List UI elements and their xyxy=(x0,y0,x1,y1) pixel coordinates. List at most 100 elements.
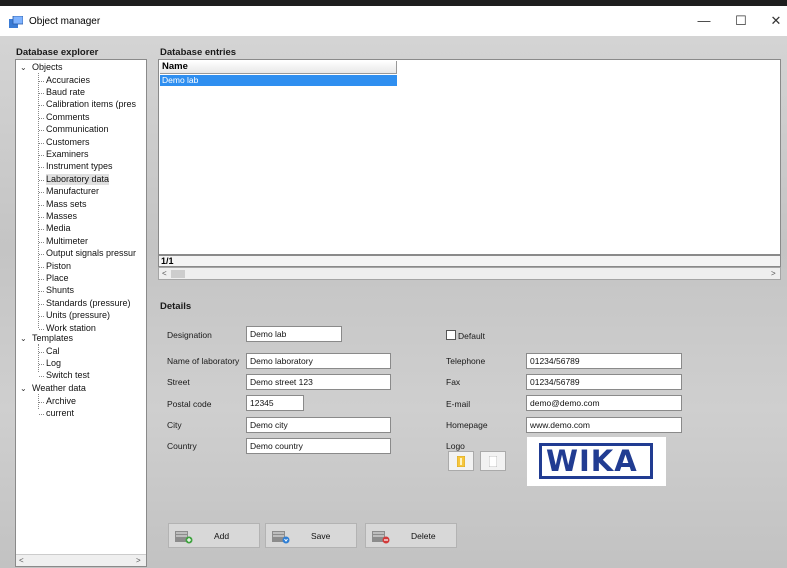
tree-item-object[interactable]: Manufacturer xyxy=(46,186,99,197)
laboratory-name-field[interactable]: Demo laboratory xyxy=(246,353,391,369)
collapse-icon[interactable]: ⌄ xyxy=(20,383,27,394)
delete-icon xyxy=(372,531,390,544)
tree-root-weather-data[interactable]: Weather data xyxy=(32,383,86,394)
default-label: Default xyxy=(458,331,485,341)
load-logo-button[interactable] xyxy=(448,451,474,471)
postal-code-label: Postal code xyxy=(167,399,212,409)
tree-item-object[interactable]: Accuracies xyxy=(46,75,90,86)
scroll-left-icon[interactable]: < xyxy=(162,268,167,280)
tree-item-object[interactable]: Baud rate xyxy=(46,87,85,98)
tree-item-object[interactable]: Work station xyxy=(46,323,96,334)
database-entries-label: Database entries xyxy=(160,47,237,58)
tree-item-object[interactable]: Media xyxy=(46,223,71,234)
tree-item-object[interactable]: Masses xyxy=(46,211,77,222)
city-field[interactable]: Demo city xyxy=(246,417,391,433)
city-label: City xyxy=(167,420,182,430)
tree-item-template[interactable]: Log xyxy=(46,358,61,369)
logo-image: WIKA xyxy=(527,437,666,486)
tree-item-object[interactable]: Output signals pressur xyxy=(46,248,136,259)
column-header-name[interactable]: Name xyxy=(160,61,397,74)
laboratory-name-label: Name of laboratory xyxy=(167,356,240,366)
scroll-right-icon[interactable]: > xyxy=(136,555,141,566)
tree-guide-line xyxy=(39,241,44,243)
tree-guide-line xyxy=(39,130,44,132)
postal-code-field[interactable]: 12345 xyxy=(246,395,304,411)
tree-guide-line xyxy=(39,376,44,378)
tree-item-object[interactable]: Examiners xyxy=(46,149,89,160)
tree-item-object[interactable]: Calibration items (pres xyxy=(46,99,136,110)
tree-guide-line xyxy=(39,266,44,268)
tree-guide-line xyxy=(38,73,39,328)
record-counter: 1/1 xyxy=(158,255,781,267)
tree-guide-line xyxy=(38,344,39,372)
object-manager-window: Object manager — ☐ ✕ Database explorer D… xyxy=(0,6,787,568)
tree-item-object[interactable]: Instrument types xyxy=(46,161,113,172)
telephone-field[interactable]: 01234/56789 xyxy=(526,353,682,369)
tree-guide-line xyxy=(39,204,44,206)
delete-label: Delete xyxy=(411,531,436,541)
tree-root-objects[interactable]: Objects xyxy=(32,62,63,73)
database-explorer-tree[interactable]: ⌄ Objects Accuracies Baud rate Calibration… xyxy=(15,59,147,567)
tree-item-weather[interactable]: Archive xyxy=(46,396,76,407)
tree-root-templates[interactable]: Templates xyxy=(32,333,73,344)
tree-guide-line xyxy=(39,92,44,94)
tree-item-object[interactable]: Piston xyxy=(46,261,71,272)
scrollbar-thumb[interactable] xyxy=(171,270,185,278)
tree-item-object[interactable]: Customers xyxy=(46,137,90,148)
scroll-right-icon[interactable]: > xyxy=(771,268,776,280)
country-field[interactable]: Demo country xyxy=(246,438,391,454)
tree-item-object[interactable]: Units (pressure) xyxy=(46,310,110,321)
email-label: E-mail xyxy=(446,399,471,409)
tree-guide-line xyxy=(39,167,44,169)
tree-guide-line xyxy=(39,229,44,231)
tree-guide-line xyxy=(39,216,44,218)
scroll-left-icon[interactable]: < xyxy=(19,555,24,566)
save-button[interactable]: Save xyxy=(265,523,357,548)
maximize-button[interactable]: ☐ xyxy=(731,12,751,30)
tree-item-object[interactable]: Mass sets xyxy=(46,199,87,210)
fax-label: Fax xyxy=(446,377,461,387)
tree-item-weather[interactable]: current xyxy=(46,408,74,419)
entries-horizontal-scrollbar[interactable]: < > xyxy=(158,267,781,280)
client-area: Database explorer Database entries ⌄ Obj… xyxy=(0,36,787,568)
table-row[interactable]: Demo lab xyxy=(160,75,397,86)
tree-item-object[interactable]: Multimeter xyxy=(46,236,88,247)
logo-label: Logo xyxy=(446,441,465,451)
tree-item-object[interactable]: Place xyxy=(46,273,69,284)
tree-guide-line xyxy=(39,401,44,403)
designation-field[interactable]: Demo lab xyxy=(246,326,342,342)
wika-logo: WIKA xyxy=(539,443,653,479)
tree-guide-line xyxy=(39,192,44,194)
tree-guide-line xyxy=(39,351,44,353)
title-bar: Object manager — ☐ ✕ xyxy=(0,6,787,36)
fax-field[interactable]: 01234/56789 xyxy=(526,374,682,390)
folder-icon xyxy=(457,456,465,467)
collapse-icon[interactable]: ⌄ xyxy=(20,62,27,73)
save-icon xyxy=(272,531,290,544)
close-button[interactable]: ✕ xyxy=(766,12,786,30)
tree-item-template[interactable]: Switch test xyxy=(46,370,90,381)
tree-item-object[interactable]: Comments xyxy=(46,112,90,123)
tree-item-object[interactable]: Laboratory data xyxy=(46,173,110,185)
tree-guide-line xyxy=(39,105,44,107)
collapse-icon[interactable]: ⌄ xyxy=(20,333,27,344)
street-label: Street xyxy=(167,377,190,387)
default-checkbox[interactable] xyxy=(446,330,456,340)
tree-guide-line xyxy=(39,303,44,305)
homepage-field[interactable]: www.demo.com xyxy=(526,417,682,433)
add-icon xyxy=(175,531,193,544)
tree-item-object[interactable]: Standards (pressure) xyxy=(46,298,131,309)
tree-item-object[interactable]: Shunts xyxy=(46,285,74,296)
clear-logo-button[interactable] xyxy=(480,451,506,471)
street-field[interactable]: Demo street 123 xyxy=(246,374,391,390)
window-title: Object manager xyxy=(29,16,101,27)
tree-item-template[interactable]: Cal xyxy=(46,346,60,357)
email-field[interactable]: demo@demo.com xyxy=(526,395,682,411)
add-button[interactable]: Add xyxy=(168,523,260,548)
minimize-button[interactable]: — xyxy=(694,12,714,30)
delete-button[interactable]: Delete xyxy=(365,523,457,548)
tree-horizontal-scrollbar[interactable]: < > xyxy=(16,554,146,566)
tree-guide-line xyxy=(39,117,44,119)
designation-label: Designation xyxy=(167,330,212,340)
tree-item-object[interactable]: Communication xyxy=(46,124,109,135)
